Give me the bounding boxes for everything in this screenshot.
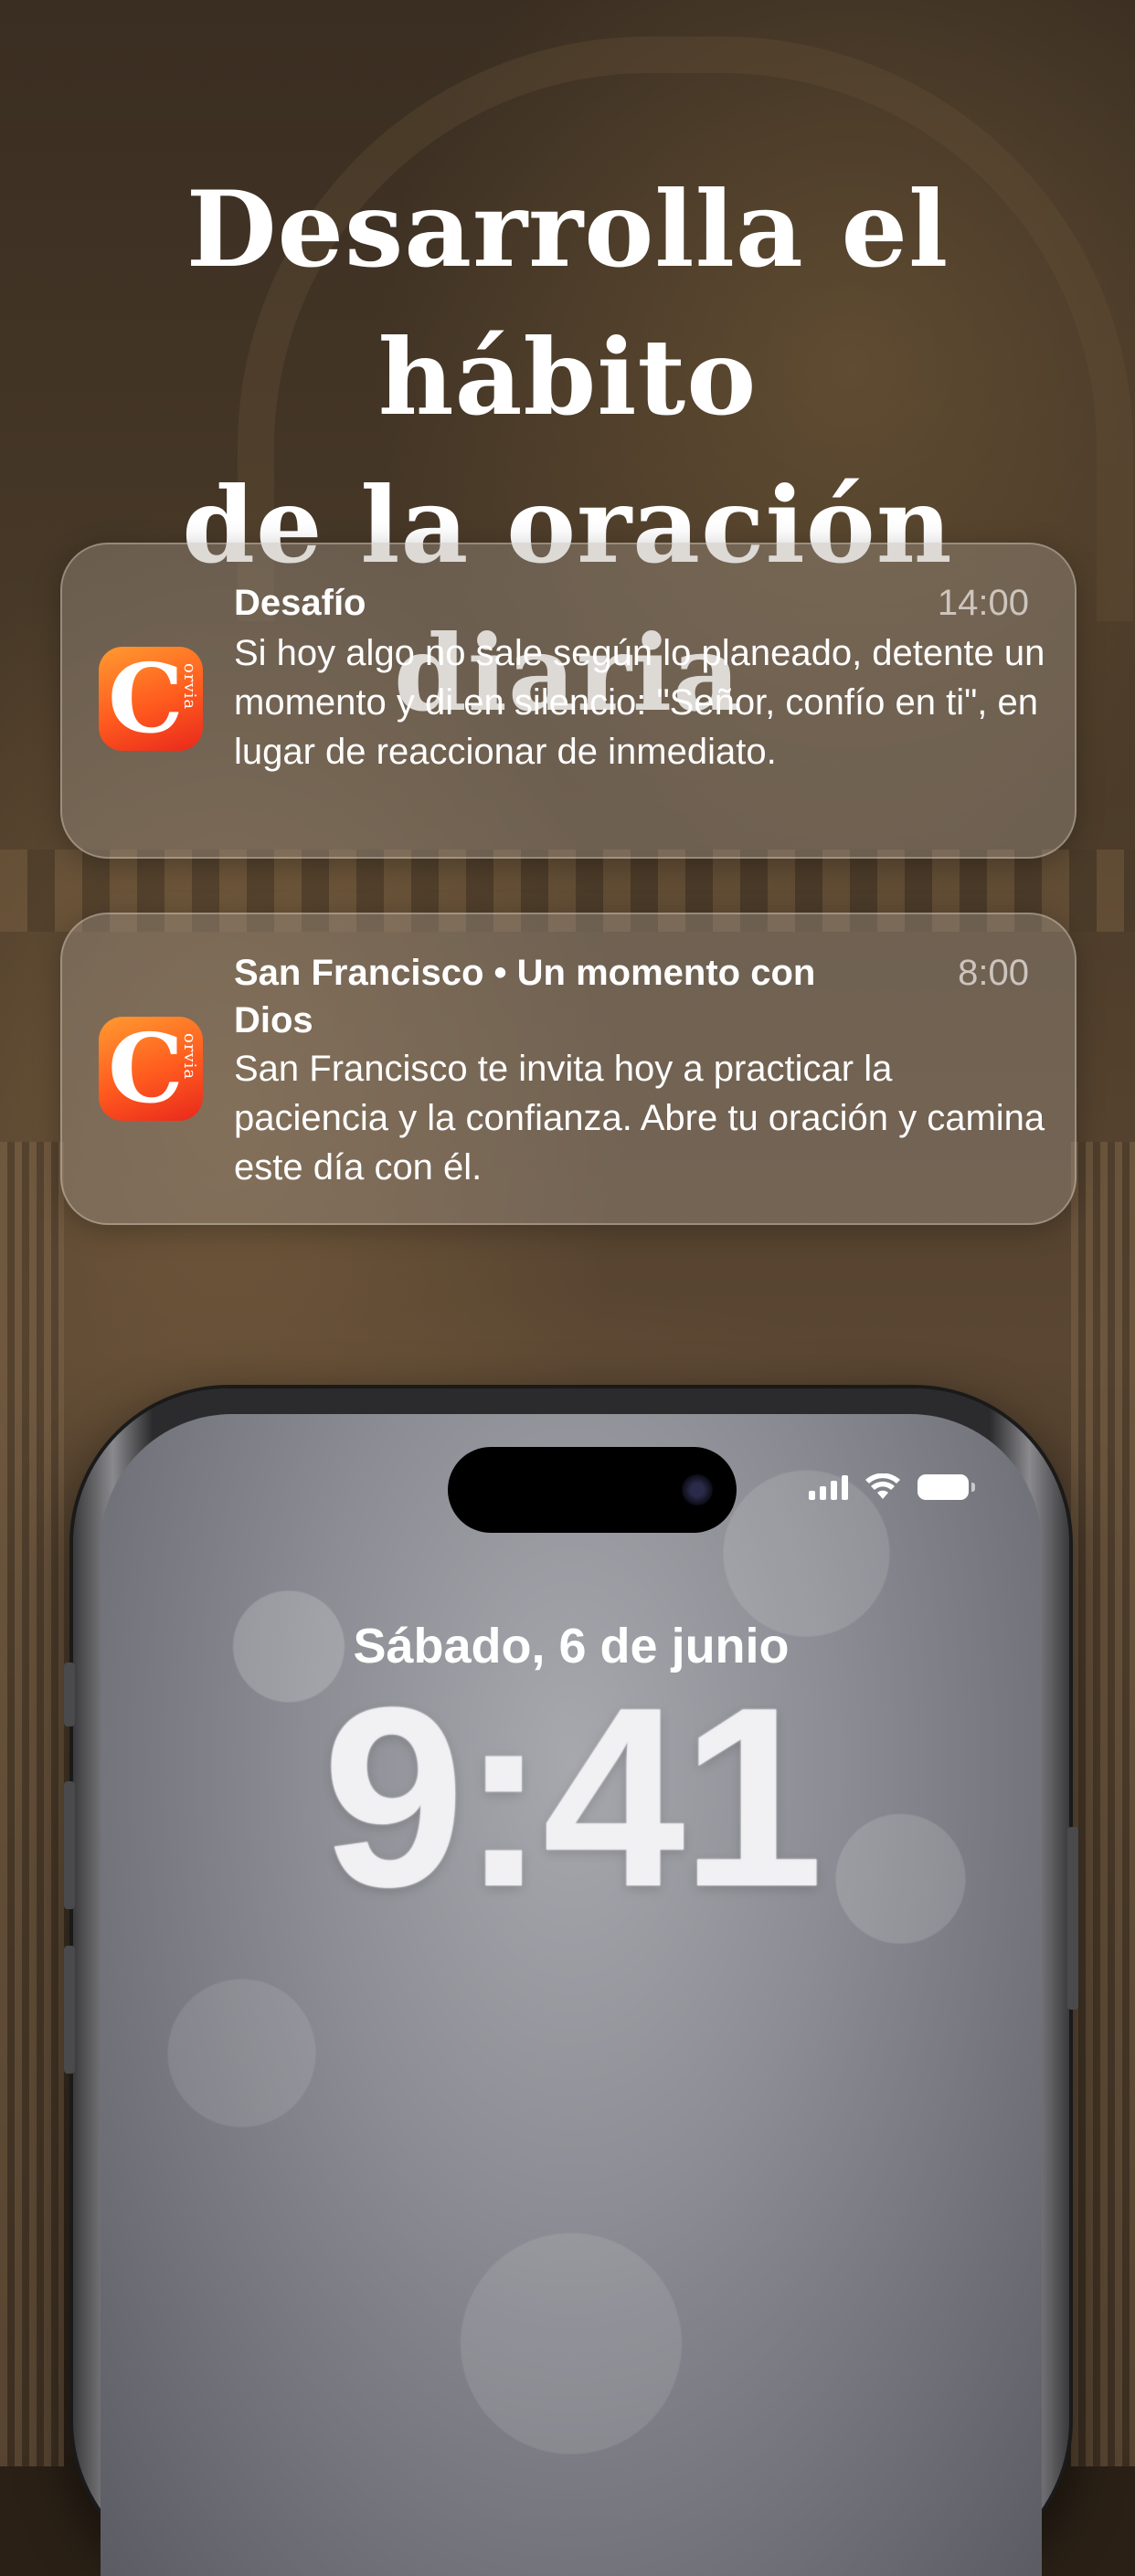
- status-bar: [809, 1471, 975, 1504]
- phone-action-button: [64, 1663, 75, 1726]
- corvia-app-icon: C orvia: [99, 1017, 203, 1121]
- notification-time: 8:00: [958, 953, 1029, 993]
- notification-time: 14:00: [937, 583, 1029, 623]
- notification-title: San Francisco • Un momento con Dios: [234, 953, 816, 1040]
- battery-icon: [918, 1474, 975, 1500]
- signal-icon: [809, 1474, 848, 1500]
- notification-card-desafio[interactable]: C orvia Desafío 14:00 Si hoy algo no sal…: [60, 543, 1077, 859]
- notification-body: Si hoy algo no sale según lo planeado, d…: [234, 633, 1045, 772]
- notification-title: Desafío: [234, 583, 366, 623]
- lockscreen-clock: 9:41: [322, 1655, 823, 1940]
- camera-icon: [682, 1474, 713, 1505]
- app-icon-letter: C: [108, 1017, 184, 1121]
- notification-card-san-francisco[interactable]: C orvia San Francisco • Un momento con D…: [60, 913, 1077, 1225]
- corvia-app-icon: C orvia: [99, 647, 203, 751]
- headline-line-1: Desarrolla el hábito: [186, 168, 949, 438]
- notification-body: San Francisco te invita hoy a practicar …: [234, 1049, 1045, 1188]
- dynamic-island: [448, 1447, 737, 1533]
- phone-side-button: [1067, 1827, 1078, 2010]
- app-icon-letter: C: [108, 647, 184, 751]
- wifi-icon: [865, 1473, 900, 1499]
- app-icon-wordmark: orvia: [180, 1033, 199, 1081]
- background-column-right: [1071, 1142, 1135, 2466]
- phone-volume-down-button: [64, 1946, 75, 2074]
- phone-frame: Sábado, 6 de junio 9:41: [64, 1388, 1078, 2576]
- phone-volume-up-button: [64, 1781, 75, 1909]
- background-column-left: [0, 1142, 64, 2466]
- lock-screen[interactable]: Sábado, 6 de junio 9:41: [101, 1414, 1042, 2576]
- app-icon-wordmark: orvia: [180, 663, 199, 711]
